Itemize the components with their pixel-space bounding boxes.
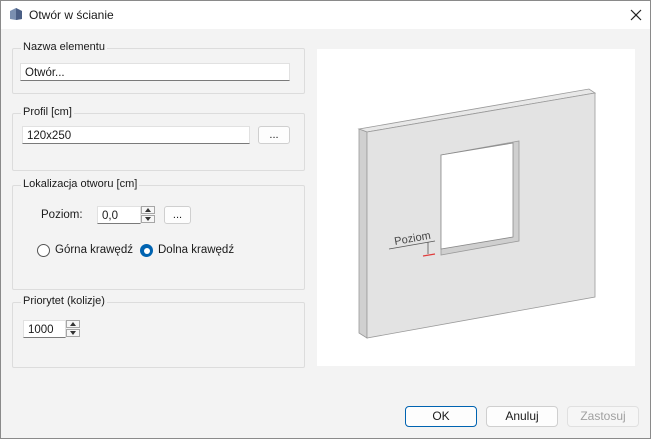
ok-button[interactable]: OK: [405, 406, 477, 427]
element-name-input[interactable]: Otwór...: [20, 63, 290, 81]
level-spinner[interactable]: [141, 206, 155, 224]
level-label: Poziom:: [41, 209, 83, 221]
spin-down-icon: [70, 331, 76, 335]
spin-up-icon: [70, 322, 76, 326]
name-group-legend: Nazwa elementu: [21, 41, 107, 53]
profile-group-legend: Profil [cm]: [21, 106, 74, 118]
dialog-window: Otwór w ścianie Nazwa elementu Otwór... …: [0, 0, 651, 439]
radio-bottom-edge[interactable]: [140, 244, 153, 257]
spin-down-button[interactable]: [66, 329, 80, 337]
spin-up-button[interactable]: [141, 206, 155, 214]
title-bar: Otwór w ścianie: [1, 1, 650, 29]
priority-input[interactable]: 1000: [23, 320, 66, 338]
cancel-button[interactable]: Anuluj: [486, 406, 558, 427]
level-browse-button[interactable]: ...: [164, 206, 191, 224]
priority-spinner[interactable]: [66, 320, 80, 338]
profile-browse-button[interactable]: ...: [258, 126, 290, 144]
spin-up-icon: [145, 208, 151, 212]
app-icon: [10, 8, 22, 20]
spin-down-icon: [145, 217, 151, 221]
close-icon[interactable]: [627, 6, 645, 24]
spin-up-button[interactable]: [66, 320, 80, 328]
window-title: Otwór w ścianie: [29, 8, 114, 22]
level-input[interactable]: 0,0: [97, 206, 141, 224]
spin-down-button[interactable]: [141, 215, 155, 223]
location-group: Lokalizacja otworu [cm]: [12, 178, 305, 290]
radio-selected-dot: [143, 247, 150, 254]
wall-opening-illustration: Poziom: [357, 88, 597, 339]
location-group-legend: Lokalizacja otworu [cm]: [21, 178, 140, 190]
apply-button[interactable]: Zastosuj: [567, 406, 639, 427]
radio-top-edge-label[interactable]: Górna krawędź: [55, 244, 133, 256]
priority-group-legend: Priorytet (kolizje): [21, 295, 107, 307]
radio-bottom-edge-label[interactable]: Dolna krawędź: [158, 244, 234, 256]
radio-top-edge[interactable]: [37, 244, 50, 257]
profile-input[interactable]: 120x250: [22, 126, 250, 144]
preview-panel: Poziom: [317, 49, 635, 366]
